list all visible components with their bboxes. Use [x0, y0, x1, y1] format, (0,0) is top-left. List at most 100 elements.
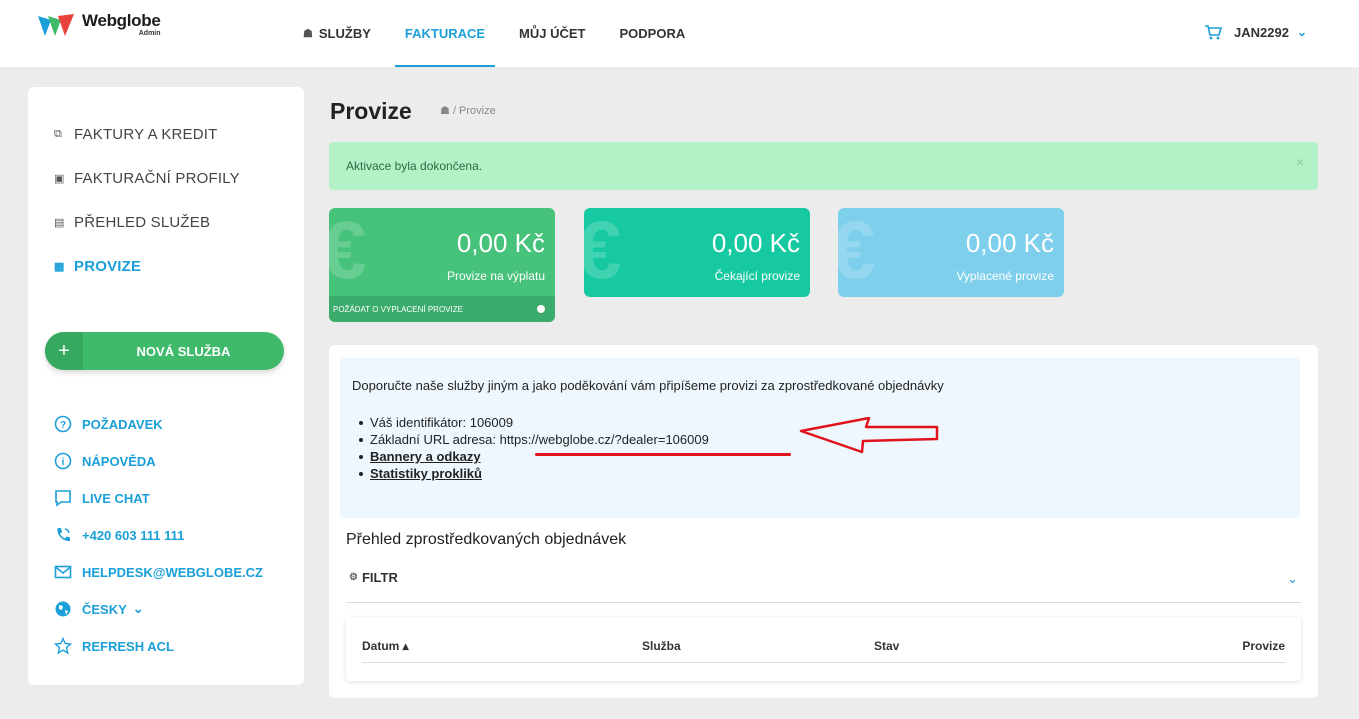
sidebar-item-profily[interactable]: ▣ FAKTURAČNÍ PROFILY — [54, 167, 240, 189]
request-payout-link[interactable]: POŽÁDAT O VYPLACENÍ PROVIZE — [329, 296, 555, 322]
sidebar-item-label: FAKTURY A KREDIT — [74, 125, 218, 143]
sidebar: ⧉ FAKTURY A KREDIT ▣ FAKTURAČNÍ PROFILY … — [28, 87, 304, 685]
nav-sluzby-label: SLUŽBY — [318, 26, 371, 41]
sidebar-item-label: FAKTURAČNÍ PROFILY — [74, 169, 240, 187]
globe-icon — [55, 601, 71, 617]
main-nav: ☗ SLUŽBY FAKTURACE MŮJ ÚČET PODPORA — [303, 0, 719, 67]
card-label: Vyplacené provize — [956, 269, 1054, 283]
euro-icon: € — [329, 208, 367, 296]
pending-commission-card: € 0,00 Kč Čekající provize — [584, 208, 810, 297]
link-label: +420 603 111 111 — [82, 527, 185, 543]
card-label: Čekající provize — [714, 269, 800, 283]
nav-sluzby[interactable]: ☗ SLUŽBY — [303, 0, 371, 67]
column-header-commission[interactable]: Provize — [1242, 639, 1285, 653]
request-payout-label: POŽÁDAT O VYPLACENÍ PROVIZE — [333, 304, 463, 314]
link-label: POŽADAVEK — [82, 416, 163, 432]
nav-fakturace[interactable]: FAKTURACE — [394, 0, 496, 67]
referral-intro: Doporučte naše služby jiným a jako poděk… — [352, 378, 944, 393]
new-service-button[interactable]: + NOVÁ SLUŽBA — [45, 332, 284, 370]
banners-link[interactable]: Bannery a odkazy — [359, 449, 709, 466]
referral-url-row: Základní URL adresa: https://webglobe.cz… — [359, 432, 709, 449]
chevron-down-icon[interactable]: ⌄ — [1287, 571, 1298, 587]
paid-commission-card: € 0,00 Kč Vyplacené provize — [838, 208, 1064, 297]
phone-icon — [57, 528, 70, 542]
sidebar-menu: ⧉ FAKTURY A KREDIT ▣ FAKTURAČNÍ PROFILY … — [54, 123, 240, 299]
top-bar: Webglobe Admin ☗ SLUŽBY FAKTURACE MŮJ ÚČ… — [0, 0, 1359, 67]
sidebar-item-label: PROVIZE — [74, 257, 142, 275]
close-icon[interactable]: × — [1296, 154, 1304, 170]
arrow-circle-icon — [537, 305, 545, 313]
link-label: NÁPOVĚDA — [82, 453, 156, 469]
page-title: Provize — [330, 98, 412, 124]
new-service-label: NOVÁ SLUŽBA — [136, 343, 231, 359]
orders-title: Přehled zprostředkovaných objednávek — [346, 531, 627, 548]
user-menu[interactable]: JAN2292 ⌄ — [1204, 24, 1307, 40]
success-alert: Aktivace byla dokončena. × — [329, 142, 1318, 190]
referral-list: Váš identifikátor: 106009 Základní URL a… — [359, 415, 709, 483]
link-live-chat[interactable]: LIVE CHAT — [54, 488, 263, 508]
logo-sub: Admin — [138, 30, 161, 37]
nav-muj-ucet-label: MŮJ ÚČET — [519, 26, 586, 41]
question-icon: ? — [54, 415, 72, 433]
link-label: HELPDESK@WEBGLOBE.CZ — [82, 564, 263, 580]
link-phone[interactable]: +420 603 111 111 — [54, 525, 263, 545]
list-icon: ▤ — [54, 216, 65, 229]
referral-url[interactable]: https://webglobe.cz/?dealer=106009 — [500, 432, 709, 447]
content-panel: Doporučte naše služby jiným a jako poděk… — [329, 345, 1318, 698]
svg-text:i: i — [62, 457, 65, 468]
link-language[interactable]: ČESKY ⌄ — [54, 599, 263, 619]
sidebar-item-faktury[interactable]: ⧉ FAKTURY A KREDIT — [54, 123, 240, 145]
sidebar-item-label: PŘEHLED SLUŽEB — [74, 213, 211, 231]
table-header-divider — [362, 662, 1285, 663]
euro-icon: € — [838, 208, 876, 296]
sidebar-item-provize[interactable]: ▩ PROVIZE — [54, 255, 240, 277]
nav-muj-ucet[interactable]: MŮJ ÚČET — [519, 0, 585, 67]
chevron-down-icon: ⌄ — [132, 601, 144, 616]
url-underline-annotation — [535, 453, 791, 456]
referral-identifier: Váš identifikátor: 106009 — [359, 415, 709, 432]
id-card-icon: ▣ — [54, 172, 65, 185]
money-icon: ▩ — [54, 260, 65, 273]
logo[interactable]: Webglobe Admin — [36, 12, 161, 38]
home-icon[interactable]: ☗ — [440, 105, 450, 117]
nav-podpora[interactable]: PODPORA — [620, 0, 686, 67]
card-amount: 0,00 Kč — [965, 228, 1054, 258]
chevron-down-icon: ⌄ — [1296, 25, 1307, 39]
column-header-status[interactable]: Stav — [874, 639, 899, 653]
euro-icon: € — [584, 208, 622, 296]
filter-toggle[interactable]: ⚙ FILTR — [349, 570, 398, 585]
webglobe-logo-icon — [38, 14, 74, 36]
card-amount: 0,00 Kč — [456, 228, 545, 258]
chat-icon — [55, 490, 71, 507]
stats-link[interactable]: Statistiky prokliků — [359, 466, 709, 483]
info-icon: i — [54, 452, 72, 470]
svg-text:?: ? — [60, 420, 66, 431]
link-label: ČESKY — [82, 601, 127, 617]
link-helpdesk[interactable]: HELPDESK@WEBGLOBE.CZ — [54, 562, 263, 582]
link-label: LIVE CHAT — [82, 490, 150, 506]
mail-icon — [54, 565, 72, 579]
cart-icon[interactable] — [1204, 24, 1222, 40]
gears-icon: ⚙ — [349, 572, 358, 583]
breadcrumb-current: / Provize — [452, 105, 496, 117]
nav-fakturace-label: FAKTURACE — [404, 26, 486, 41]
column-header-service[interactable]: Služba — [642, 639, 681, 653]
breadcrumb: ☗ / Provize — [440, 104, 496, 117]
username: JAN2292 — [1234, 24, 1289, 40]
alert-text: Aktivace byla dokončena. — [346, 159, 483, 173]
sidebar-item-sluzby[interactable]: ▤ PŘEHLED SLUŽEB — [54, 211, 240, 233]
referral-url-label: Základní URL adresa: — [370, 432, 500, 447]
plus-icon: + — [45, 332, 83, 370]
copy-icon: ⧉ — [54, 127, 63, 140]
filter-label: FILTR — [361, 570, 398, 585]
column-header-date[interactable]: Datum ▴ — [362, 639, 409, 653]
card-label: Provize na výplatu — [446, 269, 545, 283]
red-arrow-annotation — [799, 417, 939, 454]
sidebar-links: ? POŽADAVEK i NÁPOVĚDA LIVE CHAT +420 60… — [54, 414, 263, 673]
link-napoveda[interactable]: i NÁPOVĚDA — [54, 451, 263, 471]
link-refresh-acl[interactable]: REFRESH ACL — [54, 636, 263, 656]
orders-table: Datum ▴ Služba Stav Provize — [346, 617, 1301, 681]
nav-podpora-label: PODPORA — [619, 26, 686, 41]
logo-name: Webglobe — [82, 11, 161, 30]
link-pozadavek[interactable]: ? POŽADAVEK — [54, 414, 263, 434]
